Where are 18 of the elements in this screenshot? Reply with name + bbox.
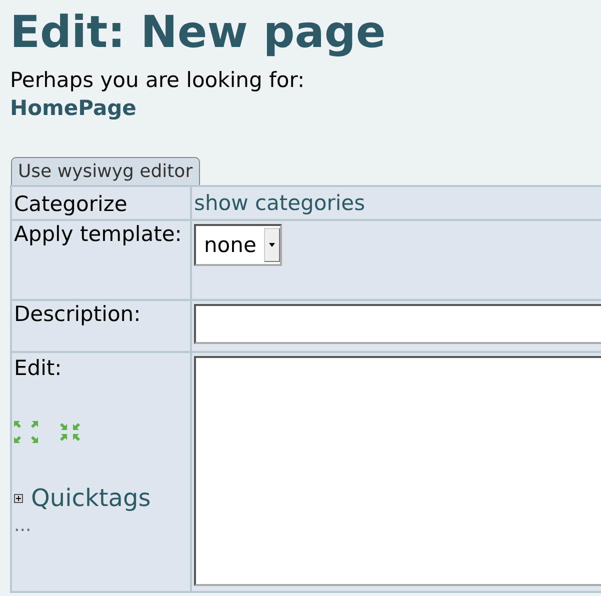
- expand-toggle-icon[interactable]: [14, 494, 23, 502]
- wysiwyg-editor-tab[interactable]: Use wysiwyg editor: [11, 157, 200, 185]
- dropdown-arrow-icon: [269, 243, 276, 247]
- description-label: Description:: [11, 300, 191, 352]
- template-dropdown[interactable]: none: [194, 224, 282, 266]
- suggestion-text: Perhaps you are looking for:: [10, 67, 306, 94]
- template-label: Apply template:: [11, 220, 191, 300]
- edit-textarea[interactable]: [194, 356, 601, 586]
- shrink-icon[interactable]: [58, 421, 82, 443]
- suggested-page-link[interactable]: HomePage: [10, 94, 136, 122]
- more-indicator: ...: [14, 514, 32, 538]
- quicktags-link[interactable]: Quicktags: [31, 485, 151, 511]
- page-title: Edit: New page: [10, 6, 387, 60]
- expand-icon[interactable]: [14, 421, 38, 443]
- show-categories-link[interactable]: show categories: [194, 191, 366, 215]
- description-field[interactable]: [194, 304, 601, 344]
- edit-label: Edit:: [14, 355, 63, 381]
- categorize-label: Categorize: [11, 186, 191, 220]
